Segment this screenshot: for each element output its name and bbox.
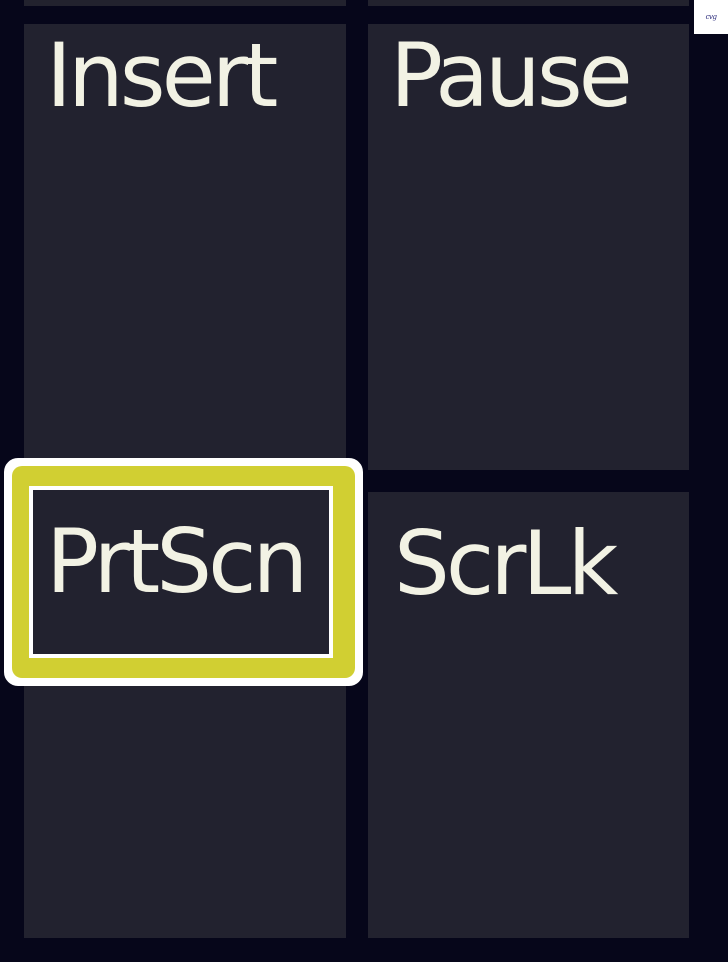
watermark-logo-text: cvg	[705, 13, 717, 21]
key-pause[interactable]: Pause	[368, 24, 689, 470]
key-above-right-edge	[368, 0, 689, 6]
key-pause-label: Pause	[390, 24, 633, 127]
key-insert-label: Insert	[46, 24, 278, 127]
watermark-logo: cvg	[694, 0, 728, 34]
key-above-left-edge	[24, 0, 346, 6]
key-scrlk-label: ScrLk	[394, 512, 618, 615]
key-prtscn-label: PrtScn	[46, 510, 308, 613]
key-insert[interactable]: Insert	[24, 24, 346, 464]
key-scrlk[interactable]: ScrLk	[368, 492, 689, 938]
